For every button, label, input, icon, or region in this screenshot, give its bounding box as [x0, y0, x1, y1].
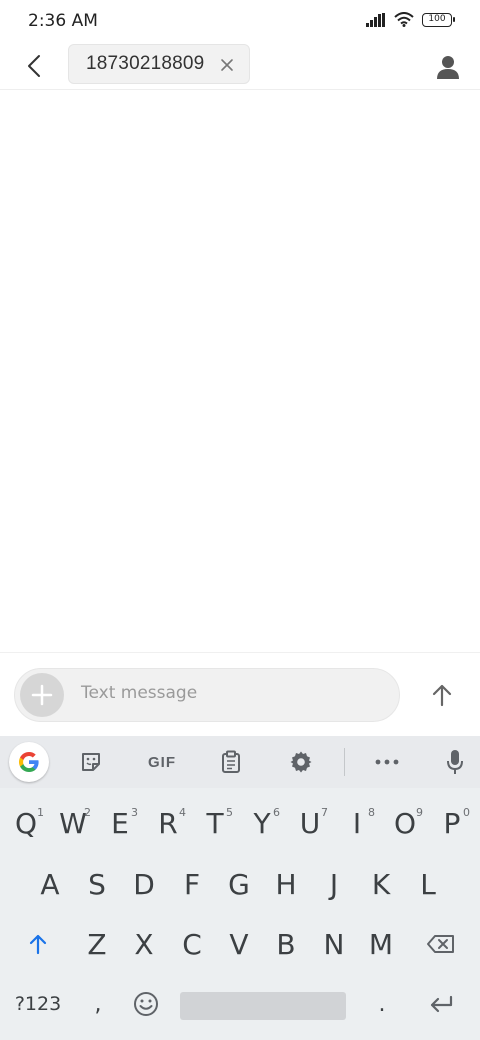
key-number-hint: 0	[463, 806, 470, 819]
key-k[interactable]: K	[361, 860, 401, 908]
key-y[interactable]: Y6	[242, 798, 282, 848]
key-q[interactable]: Q1	[6, 798, 46, 848]
messaging-screen: 2:36 AM 100 18730218809 Text message GIF…	[0, 0, 480, 1040]
status-bar: 2:36 AM 100	[0, 0, 480, 42]
key-number-hint: 2	[84, 806, 91, 819]
key-e[interactable]: E3	[100, 798, 140, 848]
key-g[interactable]: G	[219, 860, 259, 908]
key-label: I	[352, 806, 362, 840]
key-c[interactable]: C	[172, 920, 212, 968]
attach-button[interactable]	[20, 673, 64, 717]
key-label: U	[299, 806, 321, 840]
key-z[interactable]: Z	[77, 920, 117, 968]
message-input-container[interactable]: Text message	[14, 668, 400, 722]
sticker-button[interactable]	[72, 744, 110, 780]
key-i[interactable]: I8	[337, 798, 377, 848]
gif-button[interactable]: GIF	[140, 744, 184, 780]
send-button[interactable]	[424, 677, 460, 713]
message-input[interactable]: Text message	[81, 683, 197, 703]
shift-arrow-icon	[29, 934, 47, 955]
key-s[interactable]: S	[77, 860, 117, 908]
key-label: R	[158, 806, 178, 840]
contact-button[interactable]	[430, 49, 466, 85]
keyboard: G I F Q 1 W 2 E 3 R 4 T 5 Y 6 U 7 I 8 O 9 …	[0, 736, 480, 1040]
key-label: O	[393, 806, 417, 840]
backspace-icon	[427, 935, 454, 953]
microphone-icon	[447, 750, 463, 774]
key-number-hint: 5	[226, 806, 233, 819]
recipient-chip[interactable]: 18730218809	[68, 44, 250, 84]
symbols-key[interactable]: ?123	[8, 982, 68, 1026]
key-v[interactable]: V	[219, 920, 259, 968]
backspace-key[interactable]	[416, 922, 466, 966]
gear-icon	[290, 751, 312, 773]
space-bar[interactable]	[180, 992, 346, 1020]
google-button[interactable]	[9, 742, 49, 782]
key-j[interactable]: J	[314, 860, 354, 908]
key-label: Y	[253, 806, 271, 840]
recipient-number: 18730218809	[86, 53, 205, 74]
key-number-hint: 9	[416, 806, 423, 819]
key-number-hint: 8	[368, 806, 375, 819]
status-time: 2:36 AM	[28, 11, 98, 31]
key-r[interactable]: R4	[148, 798, 188, 848]
key-n[interactable]: N	[314, 920, 354, 968]
key-label: T	[206, 806, 224, 840]
clipboard-icon	[222, 750, 240, 773]
key-m[interactable]: M	[361, 920, 401, 968]
battery-icon: 100	[422, 12, 455, 27]
key-label: Q	[14, 806, 38, 840]
remove-recipient-icon[interactable]	[219, 57, 235, 73]
key-o[interactable]: O9	[385, 798, 425, 848]
emoji-icon	[134, 992, 158, 1016]
sticker-icon	[82, 753, 100, 771]
plus-icon	[31, 684, 53, 706]
more-dots-icon	[375, 759, 399, 765]
toolbar-divider	[344, 748, 345, 776]
key-number-hint: 6	[273, 806, 280, 819]
send-arrow-icon	[432, 684, 452, 707]
status-icons: 100	[366, 12, 455, 27]
keyboard-toolbar: GIF	[0, 736, 480, 788]
voice-input-button[interactable]	[436, 744, 474, 780]
key-label: P	[443, 806, 461, 840]
key-b[interactable]: B	[266, 920, 306, 968]
enter-icon	[430, 995, 453, 1013]
conversation-header: 18730218809	[0, 42, 480, 90]
key-label: E	[111, 806, 129, 840]
comma-key[interactable]: ,	[78, 982, 118, 1026]
key-d[interactable]: D	[124, 860, 164, 908]
person-icon	[437, 56, 459, 79]
back-button[interactable]	[16, 48, 52, 84]
emoji-key[interactable]	[126, 982, 166, 1026]
key-number-hint: 4	[179, 806, 186, 819]
key-w[interactable]: W2	[53, 798, 93, 848]
message-composer: Text message	[0, 652, 480, 736]
enter-key[interactable]	[416, 982, 466, 1026]
back-arrow-icon	[28, 55, 40, 77]
key-label: W	[59, 806, 87, 840]
key-a[interactable]: A	[30, 860, 70, 908]
period-key[interactable]: .	[362, 982, 402, 1026]
key-number-hint: 3	[131, 806, 138, 819]
key-t[interactable]: T5	[195, 798, 235, 848]
key-x[interactable]: X	[124, 920, 164, 968]
clipboard-button[interactable]	[212, 744, 250, 780]
wifi-icon	[394, 12, 414, 27]
key-number-hint: 1	[37, 806, 44, 819]
key-h[interactable]: H	[266, 860, 306, 908]
shift-key[interactable]	[14, 922, 62, 966]
gif-label: GIF	[148, 753, 176, 771]
settings-button[interactable]	[282, 744, 320, 780]
key-f[interactable]: F	[172, 860, 212, 908]
key-p[interactable]: P0	[432, 798, 472, 848]
signal-icon	[366, 12, 385, 27]
key-number-hint: 7	[321, 806, 328, 819]
google-icon	[19, 752, 39, 772]
key-l[interactable]: L	[408, 860, 448, 908]
key-u[interactable]: U7	[290, 798, 330, 848]
more-button[interactable]	[368, 744, 406, 780]
